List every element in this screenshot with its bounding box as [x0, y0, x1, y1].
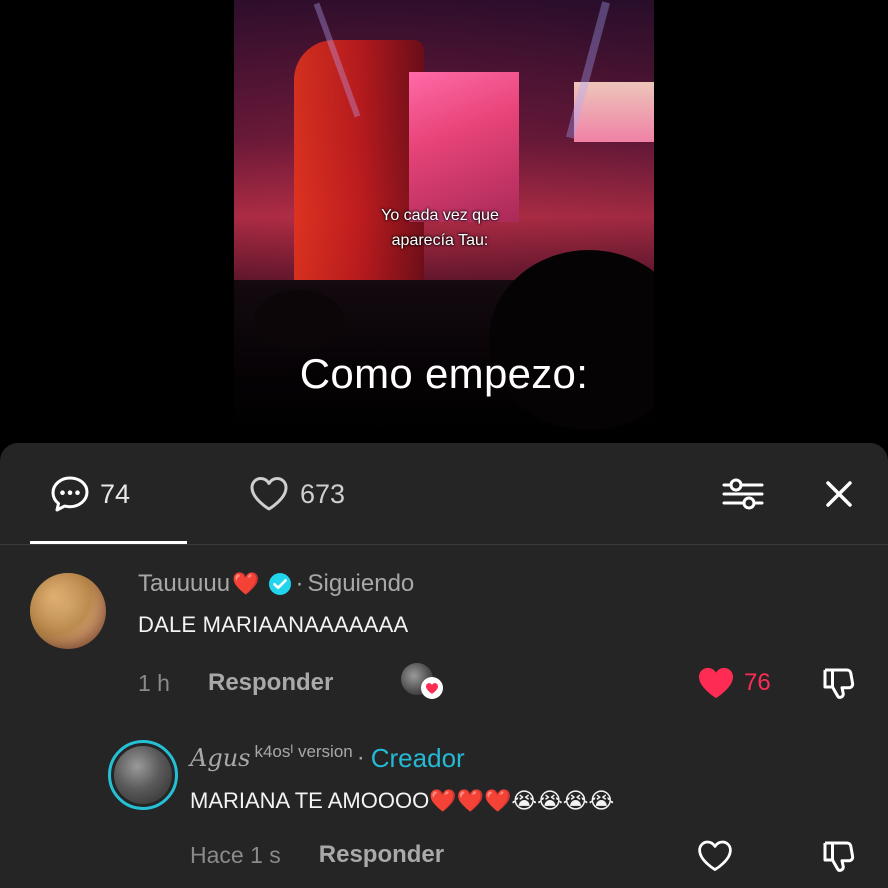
tab-likes[interactable]: 673	[248, 476, 345, 512]
comment-bubble-icon	[51, 476, 89, 512]
tab-comments[interactable]: 74	[50, 476, 130, 512]
filter-button[interactable]	[722, 473, 764, 515]
reply-text: MARIANA TE AMOOOO	[190, 788, 430, 813]
reply-text-row: MARIANA TE AMOOOO❤️❤️❤️😭😭😭😭	[190, 788, 614, 814]
heart-outline-icon	[250, 477, 288, 511]
heart-emoji: ❤️	[232, 571, 260, 596]
reply-author[interactable]: Agus	[190, 744, 250, 772]
creator-liked-indicator	[401, 663, 443, 699]
thumbs-down-icon	[823, 668, 855, 699]
stage-screen-left	[409, 72, 519, 222]
video-player[interactable]: Yo cada vez que aparecía Tau: Como empez…	[0, 0, 888, 445]
like-button[interactable]	[696, 838, 734, 874]
verified-badge-icon	[268, 573, 291, 595]
separator-dot: ·	[356, 744, 365, 771]
dislike-button[interactable]	[820, 836, 860, 876]
like-button[interactable]: 76	[696, 663, 771, 703]
mini-heart-icon	[421, 677, 443, 699]
comment-count: 74	[100, 478, 131, 509]
heart-filled-icon	[698, 667, 734, 699]
avatar[interactable]	[108, 740, 178, 810]
dislike-button[interactable]	[820, 663, 860, 703]
comment-time: 1 h	[138, 669, 170, 696]
close-button[interactable]	[820, 475, 858, 513]
close-icon	[826, 481, 852, 507]
comment-like-count: 76	[744, 669, 771, 696]
head-silhouette	[254, 290, 344, 350]
filter-sliders-icon	[722, 478, 764, 510]
video-overlay-text: Yo cada vez que aparecía Tau:	[330, 203, 550, 253]
comment-meta: 1 h Responder	[138, 666, 333, 700]
creator-badge: Creador	[370, 742, 465, 773]
comments-header: 74 673	[0, 443, 888, 545]
reply-button[interactable]: Responder	[319, 841, 444, 869]
heart-outline-icon	[698, 840, 732, 871]
reply-button[interactable]: Responder	[208, 669, 333, 697]
overlay-line-1: Yo cada vez que	[381, 207, 499, 224]
reply-time: Hace 1 s	[190, 841, 281, 868]
overlay-line-2: aparecía Tau:	[391, 232, 489, 249]
avatar[interactable]	[30, 573, 106, 649]
reply-author-suffix: k4osᴵ version	[254, 742, 353, 761]
separator-dot: ·	[295, 570, 304, 597]
comment-author-row: Tauuuuu ❤️ · Siguiendo	[138, 568, 414, 600]
thumbs-down-icon	[823, 841, 855, 872]
header-divider	[0, 544, 888, 545]
like-count-total: 673	[300, 478, 346, 509]
video-caption: Como empezo:	[299, 350, 589, 397]
reply-emojis: ❤️❤️❤️😭😭😭😭	[429, 788, 615, 813]
avatar-photo	[30, 573, 106, 649]
reply-author-row: Agus k4osᴵ version · Creador	[190, 740, 465, 776]
avatar-photo	[114, 746, 172, 804]
reply-meta: Hace 1 s Responder	[190, 838, 444, 872]
comment-text: DALE MARIAANAAAAAAA	[138, 612, 409, 637]
comment-author[interactable]: Tauuuuu	[138, 570, 230, 598]
following-label: Siguiendo	[307, 570, 415, 597]
